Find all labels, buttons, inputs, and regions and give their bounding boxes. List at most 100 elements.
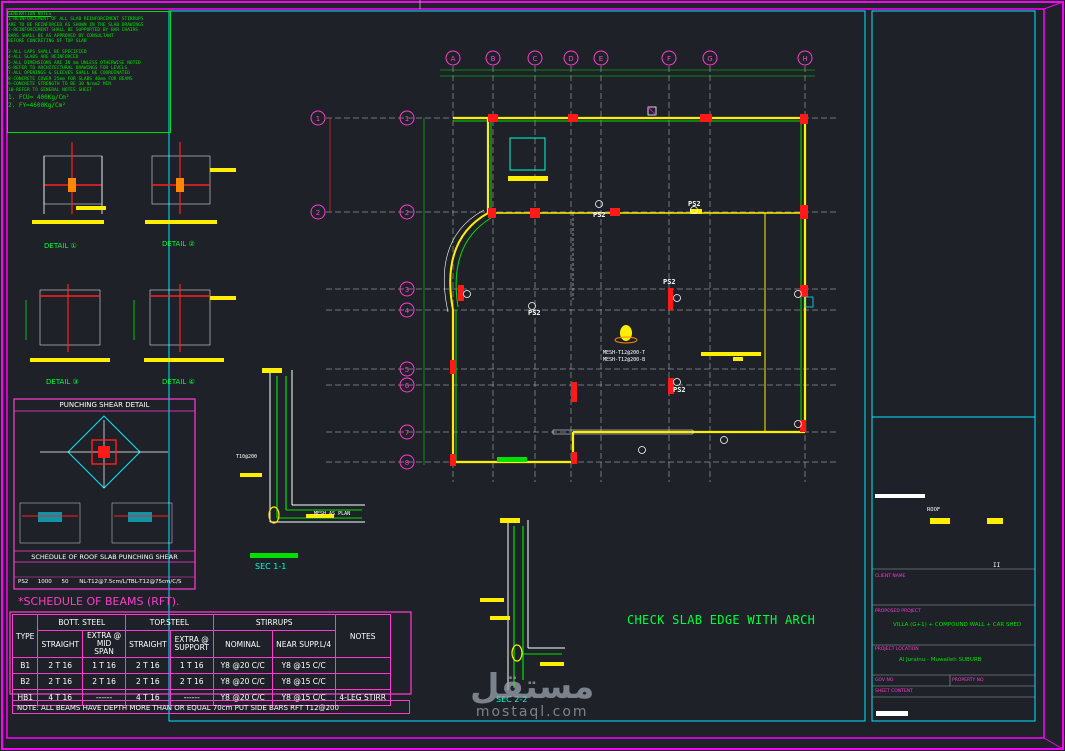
beams-footnote: NOTE: ALL BEAMS HAVE DEPTH MORE THAN OR … bbox=[12, 700, 410, 714]
ps2-label-4: PS2 bbox=[528, 309, 541, 317]
small-symbols bbox=[463, 200, 802, 454]
grid-col-label: E bbox=[599, 55, 603, 63]
mesh-symbol bbox=[620, 325, 632, 341]
beams-schedule-table: TYPE BOTT. STEEL TOP.STEEL STIRRUPS NOTE… bbox=[11, 614, 391, 706]
sheet-name: ROOF bbox=[927, 507, 941, 513]
column-marker bbox=[700, 114, 712, 122]
col-bott: BOTT. STEEL bbox=[37, 614, 127, 631]
beam-cell-type: B1 bbox=[11, 657, 39, 674]
symbol-marker bbox=[673, 378, 681, 386]
grid-row-label: 6 bbox=[405, 382, 410, 390]
symbol-marker bbox=[595, 200, 603, 208]
slab-arch bbox=[449, 212, 489, 311]
col-extra-sup: EXTRA @ SUPPORT bbox=[169, 630, 214, 658]
gov-no-label: GOV NO bbox=[875, 678, 894, 683]
punching-cover: 50 bbox=[61, 579, 69, 585]
fy-note: 2. FY=4600Kg/Cm² bbox=[8, 102, 66, 110]
detail-c-drawing bbox=[25, 284, 110, 362]
column-marker bbox=[458, 285, 464, 301]
symbol-marker bbox=[720, 436, 728, 444]
beam-cell-bs: 2 T 16 bbox=[37, 657, 84, 674]
detail-a-label: DETAIL ① bbox=[44, 242, 77, 250]
beam-cell-near: Y8 @15 C/C bbox=[271, 673, 336, 690]
detail-b-drawing bbox=[145, 142, 236, 224]
grid-row-label: 2 bbox=[405, 209, 409, 217]
proposed-project-value: VILLA (G+1) + COMPOUND WALL + CAR SHED bbox=[893, 622, 1022, 628]
punching-type: PS2 bbox=[18, 579, 29, 585]
proposed-project-label: PROPOSED PROJECT bbox=[875, 609, 921, 614]
col-straight: STRAIGHT bbox=[37, 630, 84, 658]
ps2-label-5: PS2 bbox=[673, 386, 686, 394]
symbol-marker bbox=[463, 290, 471, 298]
beam-cell-bm: 1 T 16 bbox=[82, 657, 127, 674]
grid-row-label: 8 bbox=[405, 459, 409, 467]
detail-d-drawing bbox=[133, 284, 236, 362]
column-markers bbox=[450, 114, 808, 466]
grid-row-label: 7 bbox=[405, 429, 409, 437]
mesh-label-bottom: MESH-T12@200-B bbox=[603, 357, 646, 363]
general-notes-box: GENERATION NOTES 1-REINFORCEMENT OF ALL … bbox=[7, 11, 171, 133]
punching-shear-title: PUNCHING SHEAR DETAIL bbox=[59, 401, 150, 409]
beams-schedule-title: *SCHEDULE OF BEAMS (RFT). bbox=[18, 595, 180, 608]
column-marker bbox=[800, 205, 808, 219]
opening-box bbox=[509, 137, 546, 171]
beam-row: B1 2 T 16 1 T 16 2 T 16 1 T 16 Y8 @20 C/C Y8 @… bbox=[11, 657, 391, 674]
grid-row-label: 1 bbox=[405, 115, 409, 123]
project-location-label: PROJECT LOCATION bbox=[875, 647, 919, 652]
punching-depth: 1000 bbox=[37, 579, 52, 585]
punching-schedule-title: SCHEDULE OF ROOF SLAB PUNCHING SHEAR bbox=[31, 553, 178, 561]
column-marker bbox=[610, 208, 620, 216]
symbol-marker bbox=[673, 294, 681, 302]
beam-cell-type: B2 bbox=[11, 673, 39, 690]
sheet-content-label: SHEET CONTENT bbox=[875, 689, 913, 694]
watermark-arabic: مستقل bbox=[470, 667, 595, 707]
column-marker bbox=[800, 114, 808, 124]
beam-cell-tx: 1 T 16 bbox=[169, 657, 214, 674]
symbol-marker bbox=[638, 446, 646, 454]
fcu-note: 1. FCU= 400Kg/Cm² bbox=[8, 94, 70, 102]
column-marker bbox=[530, 208, 540, 218]
ps2-label-3: PS2 bbox=[663, 278, 676, 286]
beam-cell-near: Y8 @15 C/C bbox=[271, 657, 336, 674]
ps2-label-2: PS2 bbox=[688, 200, 701, 208]
punching-rft: NL-T12@7.5cm/L/TBL-T12@75cm/C/S bbox=[79, 579, 182, 585]
grid-col-label: F bbox=[667, 55, 671, 63]
punching-detail-drawing bbox=[19, 415, 173, 544]
property-no-label: PROPERTY NO bbox=[952, 678, 984, 683]
beams-schedule-body: B1 2 T 16 1 T 16 2 T 16 1 T 16 Y8 @20 C/C Y8 @… bbox=[11, 657, 391, 706]
col-nominal: NOMINAL bbox=[212, 630, 273, 658]
beam-cell-ts: 2 T 16 bbox=[125, 657, 171, 674]
rev-mark: II bbox=[993, 562, 1001, 569]
beam-cell-note bbox=[334, 673, 391, 690]
slab-outline bbox=[451, 116, 807, 465]
punching-schedule-row: PS2 1000 50 NL-T12@7.5cm/L/TBL-T12@75cm/… bbox=[18, 579, 181, 585]
grid-row-label: 5 bbox=[405, 366, 409, 374]
column-marker bbox=[488, 114, 498, 122]
grid-col-label: G bbox=[707, 55, 712, 63]
mesh-label-top: MESH-T12@200-T bbox=[603, 350, 646, 356]
mesh-note: MESH AS PLAN bbox=[314, 511, 351, 517]
title-block-frame bbox=[871, 10, 1036, 722]
beam-cell-note bbox=[334, 657, 391, 674]
beam-row: B2 2 T 16 2 T 16 2 T 16 2 T 16 Y8 @20 C/C Y8 @… bbox=[11, 673, 391, 690]
detail-d-label: DETAIL ④ bbox=[162, 378, 195, 386]
grid-col-label: H bbox=[802, 55, 807, 63]
grid-col-label: C bbox=[533, 55, 538, 63]
col-notes: NOTES bbox=[334, 614, 391, 658]
col-stirrups: STIRRUPS bbox=[212, 614, 336, 631]
grid-row-label-left: 2 bbox=[316, 209, 320, 217]
beam-cell-bm: 2 T 16 bbox=[82, 673, 127, 690]
col-top: TOP.STEEL bbox=[125, 614, 214, 631]
main-title: CHECK SLAB EDGE WITH ARCH bbox=[627, 613, 816, 627]
beam-cell-nom: Y8 @20 C/C bbox=[212, 673, 273, 690]
col-straight-2: STRAIGHT bbox=[125, 630, 171, 658]
column-marker bbox=[450, 360, 456, 374]
watermark-latin: mostaql.com bbox=[475, 704, 589, 720]
grid-row-label: 4 bbox=[405, 307, 410, 315]
column-marker bbox=[668, 288, 673, 310]
col-type: TYPE bbox=[11, 614, 39, 658]
grid-row-label-left: 1 bbox=[316, 115, 320, 123]
section-1-label: SEC 1-1 bbox=[255, 562, 287, 571]
general-notes-lines: 1-REINFORCEMENT OF ALL SLAB REINFORCEMEN… bbox=[8, 17, 170, 93]
project-location-value: Al Jurainu - Muwaileh SUBURB bbox=[899, 657, 982, 663]
